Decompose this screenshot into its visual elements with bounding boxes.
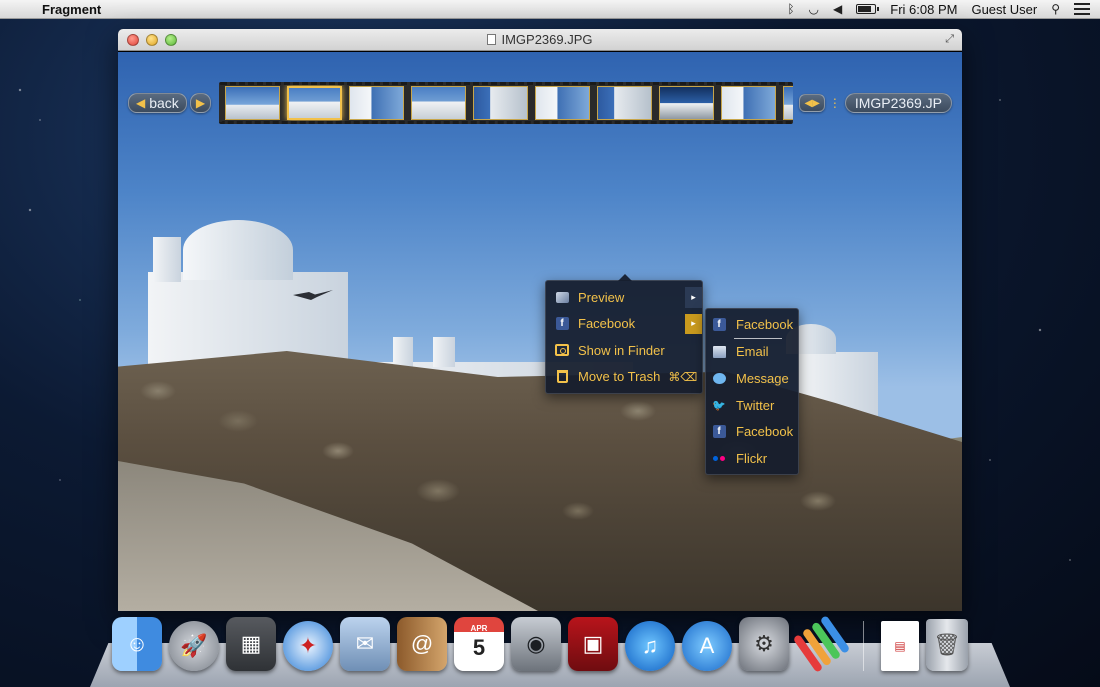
launchpad-icon[interactable]: 🚀	[169, 621, 219, 671]
clock[interactable]: Fri 6:08 PM	[890, 2, 957, 17]
twitter-icon: 🐦	[712, 399, 726, 412]
filmstrip-prev-button[interactable]: ◀▶	[799, 94, 825, 112]
window-title: IMGP2369.JPG	[118, 32, 962, 47]
title-bar: IMGP2369.JPG ⤢	[118, 29, 962, 51]
share-submenu: f Facebook Email Message 🐦 Twitter f Fac…	[705, 308, 799, 475]
facetime-icon[interactable]: ◉	[511, 617, 561, 671]
filmstrip-divider: ⋮	[828, 96, 841, 110]
safari-icon[interactable]: ✦	[283, 621, 333, 671]
thumbnail[interactable]	[349, 86, 405, 120]
facebook-icon: f	[712, 317, 726, 331]
submenu-arrow-icon: ▸	[685, 287, 702, 308]
submenu-item-flickr[interactable]: Flickr	[706, 445, 798, 472]
user-menu[interactable]: Guest User	[971, 2, 1037, 17]
thumbnail[interactable]	[411, 86, 467, 120]
photo-view[interactable]: ◀ back ▶ ◀▶ ⋮ IMGP2369.JP Preview ▸ f Fa…	[118, 52, 962, 611]
notification-center-icon[interactable]	[1074, 3, 1090, 15]
battery-icon[interactable]	[856, 4, 880, 14]
bluetooth-icon[interactable]: ᛒ	[787, 2, 794, 16]
trash-icon[interactable]: 🗑	[926, 619, 968, 671]
finder-icon	[554, 343, 570, 357]
iphoto-icon[interactable]: ▦	[226, 617, 276, 671]
thumbnail-selected[interactable]	[287, 86, 343, 120]
forward-button[interactable]: ▶	[189, 93, 212, 113]
thumbnail[interactable]	[225, 86, 281, 120]
preview-icon	[554, 290, 570, 304]
finder-icon[interactable]: ☺	[112, 617, 162, 671]
trash-icon	[554, 370, 570, 384]
thumbnail[interactable]	[783, 86, 794, 120]
thumbnail[interactable]	[721, 86, 777, 120]
submenu-item-email[interactable]: Email	[706, 339, 798, 366]
facebook-icon: f	[554, 317, 570, 331]
filmstrip-bar: ◀ back ▶ ◀▶ ⋮ IMGP2369.JP	[128, 82, 952, 124]
forward-arrow-icon: ▶	[195, 96, 206, 110]
viewer-window: IMGP2369.JPG ⤢ ◀ back ▶ ◀▶ ⋮ IMGP2369.JP…	[118, 29, 962, 611]
thumbnail[interactable]	[597, 86, 653, 120]
contacts-icon[interactable]: @	[397, 617, 447, 671]
calendar-icon[interactable]: APR 5	[454, 617, 504, 671]
dock: ☺ 🚀 ▦ ✦ ✉ @ APR 5 ◉ ▣ ♫ A ⚙ ▤ 🗑	[112, 615, 968, 673]
facebook-icon: f	[712, 425, 726, 439]
submenu-item-twitter[interactable]: 🐦 Twitter	[706, 392, 798, 419]
submenu-item-message[interactable]: Message	[706, 365, 798, 392]
photo-booth-icon[interactable]: ▣	[568, 617, 618, 671]
spotlight-icon[interactable]: ⚲	[1051, 2, 1060, 16]
submenu-item-facebook[interactable]: f Facebook	[706, 311, 798, 338]
back-button[interactable]: ◀ back	[128, 93, 187, 113]
app-menu[interactable]: Fragment	[42, 2, 101, 17]
message-icon	[712, 372, 726, 385]
filmstrip[interactable]	[219, 82, 794, 124]
system-preferences-icon[interactable]: ⚙	[739, 617, 789, 671]
menu-item-move-to-trash[interactable]: Move to Trash ⌘⌫	[546, 364, 702, 391]
submenu-arrow-icon: ▸	[685, 313, 702, 334]
menu-item-preview[interactable]: Preview ▸	[546, 284, 702, 311]
menu-item-facebook[interactable]: f Facebook ▸	[546, 311, 702, 338]
filename-label: IMGP2369.JP	[844, 93, 952, 113]
dock-separator	[863, 621, 864, 671]
app-store-icon[interactable]: A	[682, 621, 732, 671]
back-arrow-icon: ◀	[136, 96, 146, 110]
mail-icon[interactable]: ✉	[340, 617, 390, 671]
fullscreen-icon[interactable]: ⤢	[945, 33, 954, 46]
context-menu: Preview ▸ f Facebook ▸ Show in Finder Mo…	[545, 274, 703, 394]
document-icon	[487, 34, 497, 45]
thumbnail[interactable]	[473, 86, 529, 120]
document-icon[interactable]: ▤	[881, 621, 919, 671]
thumbnail[interactable]	[535, 86, 591, 120]
menu-item-show-in-finder[interactable]: Show in Finder	[546, 337, 702, 364]
shortcut-label: ⌘⌫	[668, 369, 698, 384]
thumbnail[interactable]	[659, 86, 715, 120]
flickr-icon	[712, 452, 726, 465]
volume-icon[interactable]: ◀	[833, 2, 842, 16]
fragment-app-icon[interactable]	[792, 615, 850, 673]
wifi-icon[interactable]: ◡	[809, 2, 819, 16]
itunes-icon[interactable]: ♫	[625, 621, 675, 671]
submenu-item-facebook-2[interactable]: f Facebook	[706, 418, 798, 445]
email-icon	[712, 345, 726, 358]
menu-bar: Fragment ᛒ ◡ ◀ Fri 6:08 PM Guest User ⚲	[0, 0, 1100, 19]
